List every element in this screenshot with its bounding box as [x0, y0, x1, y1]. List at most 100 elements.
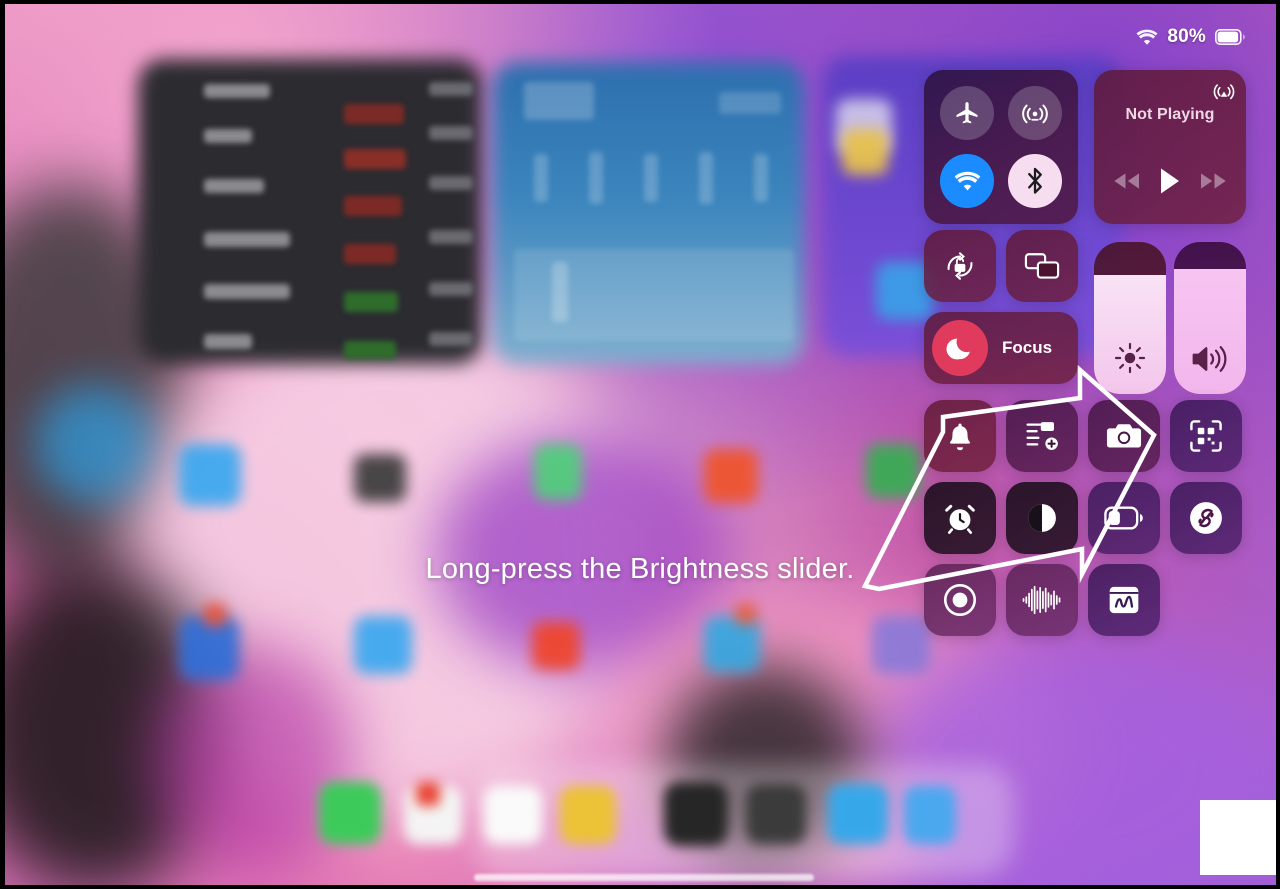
bluetooth-icon — [1022, 166, 1048, 196]
blurred-widget-row — [719, 92, 781, 114]
silent-mode-button[interactable] — [924, 400, 996, 472]
blurred-widget-row — [204, 179, 264, 193]
blurred-stocks-widget — [138, 59, 482, 364]
blurred-app-icon — [204, 604, 226, 626]
ipad-screen: 80% Not Playing Focus Long-press the Bri… — [0, 0, 1280, 889]
blurred-widget-row — [344, 149, 406, 169]
blurred-app-icon — [534, 444, 582, 500]
qr-code-scanner-button[interactable] — [1170, 400, 1242, 472]
wifi-button[interactable] — [940, 154, 994, 208]
blurred-app-icon — [179, 444, 241, 506]
now-playing-title: Not Playing — [1125, 106, 1215, 123]
white-overlay-patch — [1200, 800, 1280, 875]
note-plus-icon — [1024, 420, 1060, 452]
blurred-widget-row — [429, 332, 473, 346]
blurred-widget-row — [204, 232, 290, 247]
brightness-sun-icon — [1094, 340, 1166, 376]
blurred-dock-icon — [828, 784, 888, 844]
blurred-dock-icon — [904, 786, 956, 844]
blurred-dock-icon — [746, 784, 806, 844]
connectivity-module — [924, 70, 1078, 224]
low-power-mode-button[interactable] — [1088, 482, 1160, 554]
dark-mode-button[interactable] — [1006, 482, 1078, 554]
volume-slider[interactable] — [1174, 242, 1246, 394]
blurred-app-icon — [736, 604, 756, 624]
notes-window-icon — [1107, 584, 1141, 616]
play-button[interactable] — [1157, 166, 1183, 196]
shazam-icon — [1187, 499, 1225, 537]
blurred-app-icon — [704, 449, 758, 503]
now-playing-controls — [1094, 166, 1246, 196]
brightness-fill — [1094, 275, 1166, 394]
battery-icon — [1215, 29, 1246, 45]
fast-forward-button[interactable] — [1196, 170, 1230, 192]
now-playing-module: Not Playing — [1094, 70, 1246, 224]
battery-low-icon — [1104, 506, 1144, 530]
blurred-widget-row — [344, 292, 398, 312]
blurred-widget-row — [344, 244, 396, 264]
caption-text: Long-press the Brightness slider. — [425, 553, 855, 585]
frame-right — [1276, 0, 1280, 889]
rotation-lock-button[interactable] — [924, 230, 996, 302]
rotation-lock-icon — [943, 249, 977, 283]
bluetooth-button[interactable] — [1008, 154, 1062, 208]
blurred-widget-row — [429, 282, 473, 296]
battery-percent-label: 80% — [1167, 26, 1206, 47]
blurred-app-icon — [872, 616, 930, 674]
waveform-icon — [1021, 585, 1063, 615]
blurred-widget-row — [534, 154, 548, 202]
blurred-widget-row — [429, 176, 473, 190]
blurred-widget-row — [699, 152, 713, 204]
qr-code-icon — [1189, 419, 1223, 453]
blurred-widget-row — [344, 341, 396, 359]
screen-mirroring-icon — [1024, 251, 1060, 281]
frame-bottom — [0, 885, 1280, 889]
blurred-dock-icon — [560, 786, 616, 844]
focus-button[interactable]: Focus — [924, 312, 1078, 384]
crescent-moon-icon — [932, 320, 988, 376]
blurred-widget-row — [644, 154, 658, 202]
blurred-app-icon — [866, 444, 920, 498]
screen-mirroring-button[interactable] — [1006, 230, 1078, 302]
status-bar: 80% — [1136, 24, 1246, 50]
quick-note-button[interactable] — [1006, 400, 1078, 472]
blurred-widget-row — [204, 84, 270, 98]
blurred-widget-row — [552, 262, 568, 322]
alarm-button[interactable] — [924, 482, 996, 554]
airdrop-button[interactable] — [1008, 86, 1062, 140]
shazam-button[interactable] — [1170, 482, 1242, 554]
home-indicator[interactable] — [474, 874, 814, 881]
airplane-mode-button[interactable] — [940, 86, 994, 140]
airplay-icon[interactable] — [1212, 80, 1236, 104]
alarm-clock-icon — [943, 501, 977, 535]
blurred-dock-icon — [664, 782, 728, 846]
control-center: Not Playing Focus — [924, 70, 1246, 636]
focus-label: Focus — [1002, 338, 1053, 357]
bell-slash-icon — [945, 420, 975, 452]
blurred-widget-row — [204, 284, 290, 299]
wifi-icon — [954, 171, 981, 192]
blurred-widget-row — [204, 334, 252, 349]
airplane-icon — [953, 99, 981, 127]
wifi-icon — [1136, 29, 1158, 46]
blurred-widget-row — [429, 126, 473, 140]
wallpaper-blob — [34, 384, 154, 504]
camera-icon — [1106, 421, 1142, 451]
blurred-widget-row — [344, 104, 404, 124]
frame-left — [0, 0, 5, 889]
blurred-widget-row — [524, 82, 594, 120]
blurred-widget-row — [589, 152, 603, 204]
blurred-widget-row — [754, 154, 768, 202]
rewind-button[interactable] — [1110, 170, 1144, 192]
blurred-widget-row — [429, 82, 473, 96]
speaker-waves-icon — [1174, 342, 1246, 376]
dark-mode-circle-icon — [1024, 500, 1060, 536]
brightness-slider[interactable] — [1094, 242, 1166, 394]
record-circle-icon — [941, 581, 979, 619]
blurred-widget-row — [429, 230, 473, 244]
blurred-app-icon — [532, 622, 580, 670]
blurred-app-icon — [704, 616, 760, 672]
blurred-dock-icon — [484, 786, 542, 844]
blurred-widget-row — [204, 129, 252, 143]
camera-button[interactable] — [1088, 400, 1160, 472]
